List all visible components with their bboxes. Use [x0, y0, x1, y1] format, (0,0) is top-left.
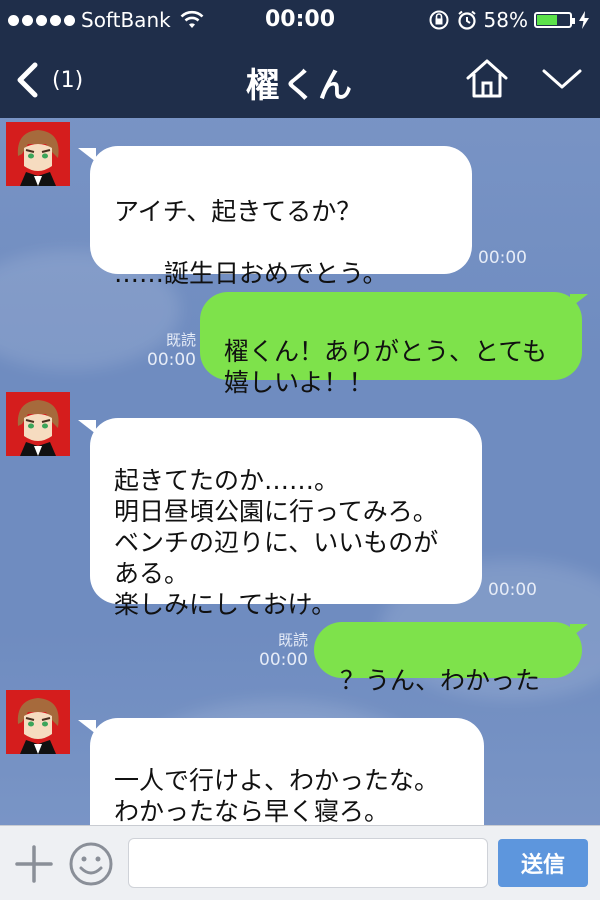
alarm-icon [457, 10, 476, 30]
back-chevron-icon [17, 62, 38, 98]
read-receipt: 既読 00:00 [120, 330, 196, 370]
message-bubble-incoming[interactable]: 起きてたのか……。 明日昼頃公園に行ってみろ。 ベンチの辺りに、いいものがある。… [90, 418, 482, 619]
bubble-tail [570, 624, 588, 638]
chat-screen: SoftBank 00:00 58% (1) 櫂くん アイチ、起きてるか？ ……… [0, 0, 600, 900]
read-receipt: 既読 00:00 [232, 630, 308, 670]
message-bubble-incoming[interactable]: アイチ、起きてるか？ ……誕生日おめでとう。 [90, 146, 472, 288]
unread-count: (1) [52, 67, 84, 93]
message-bubble-outgoing[interactable]: 櫂くん！ありがとう、とても嬉しいよ！！ [200, 292, 582, 397]
message-input[interactable] [128, 838, 488, 888]
message-text: ？うん、わかった [340, 666, 541, 695]
lock-rotation-icon [429, 10, 449, 30]
read-label: 既読 [277, 631, 308, 649]
read-label: 既読 [165, 331, 196, 349]
message-time: 00:00 [478, 248, 527, 268]
avatar[interactable] [6, 690, 70, 754]
chat-partner-name: 櫂くん [246, 66, 354, 106]
message-input-bar: 送信 [0, 825, 600, 900]
back-button[interactable]: (1) [14, 58, 83, 102]
battery-percent: 58% [483, 8, 528, 32]
message-bubble-outgoing[interactable]: ？うん、わかった [314, 622, 582, 695]
message-time: 00:00 [259, 650, 308, 670]
send-button[interactable]: 送信 [498, 839, 588, 887]
home-icon[interactable] [464, 56, 510, 102]
message-text: 起きてたのか……。 明日昼頃公園に行ってみろ。 ベンチの辺りに、いいものがある。… [114, 466, 439, 619]
battery-level-fill [537, 15, 557, 25]
battery-icon [534, 12, 575, 28]
avatar[interactable] [6, 122, 70, 186]
message-time: 00:00 [147, 350, 196, 370]
chat-header: (1) 櫂くん [0, 40, 600, 118]
chevron-down-icon[interactable] [540, 62, 584, 96]
message-text: 櫂くん！ありがとう、とても嬉しいよ！！ [224, 337, 548, 397]
plus-icon[interactable] [14, 844, 54, 884]
bubble-tail [570, 294, 588, 308]
emoji-icon[interactable] [68, 841, 114, 887]
message-time: 00:00 [488, 580, 537, 600]
status-bar: SoftBank 00:00 58% [0, 0, 600, 40]
avatar[interactable] [6, 392, 70, 456]
message-text: アイチ、起きてるか？ ……誕生日おめでとう。 [114, 197, 388, 288]
charging-icon [579, 11, 589, 29]
